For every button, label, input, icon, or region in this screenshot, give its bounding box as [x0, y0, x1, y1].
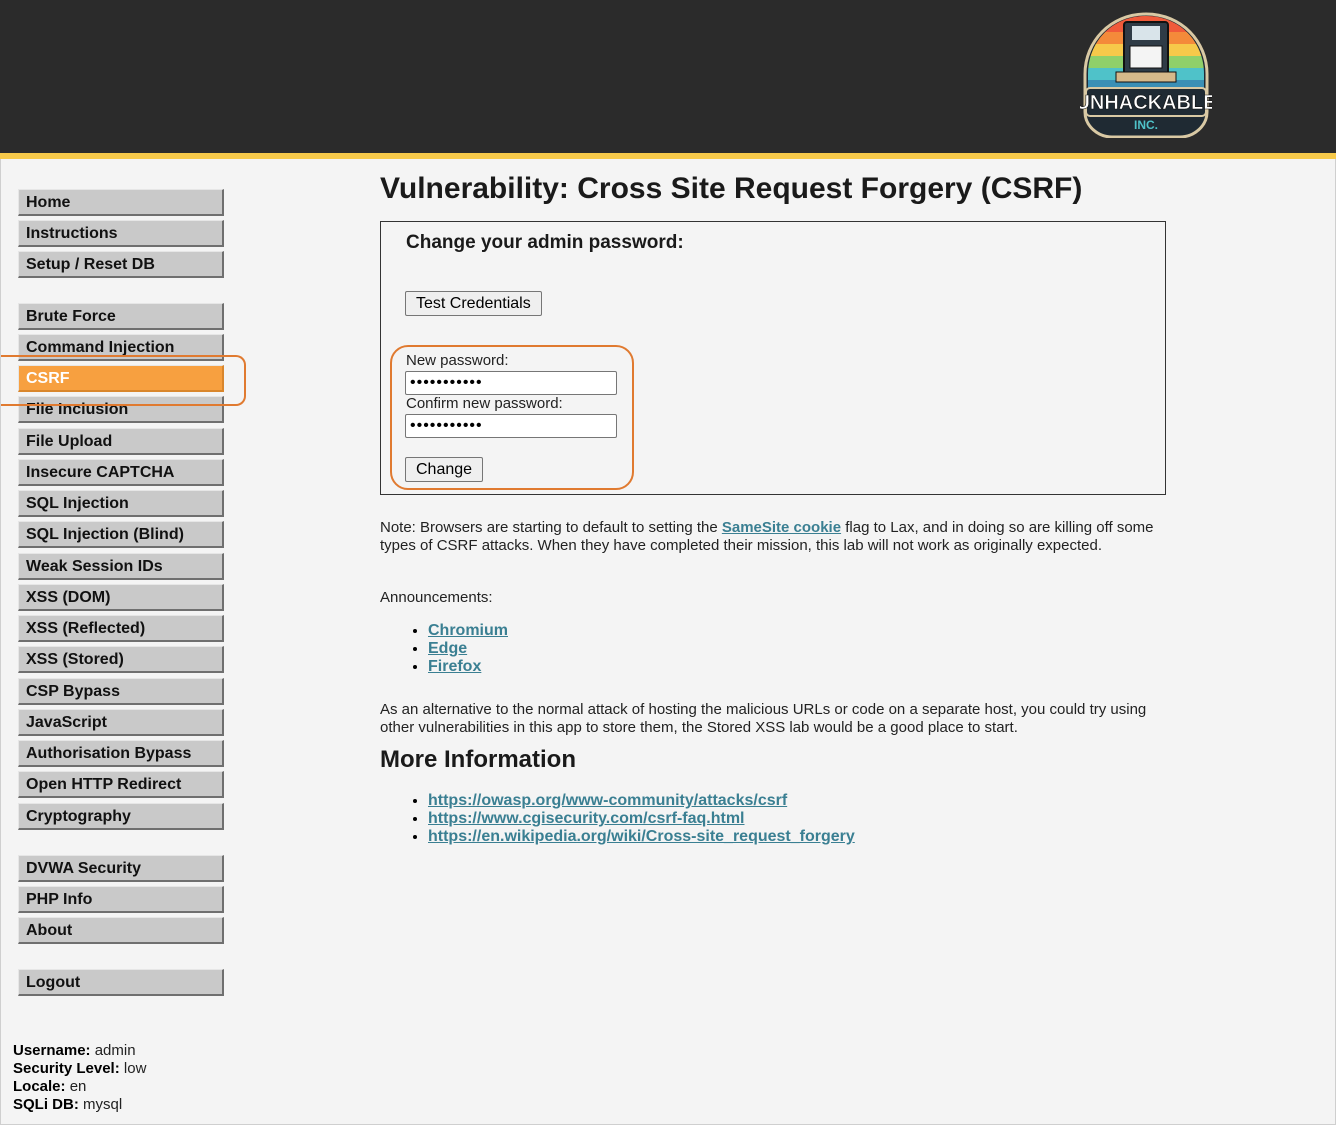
sidebar-item-label: SQL Injection	[26, 495, 129, 512]
sidebar-item-sql-injection[interactable]: SQL Injection	[18, 490, 224, 517]
sidebar-item-csp-bypass[interactable]: CSP Bypass	[18, 678, 224, 705]
csrf-form-panel: Change your admin password: Test Credent…	[380, 221, 1166, 495]
sidebar-item-xss-dom[interactable]: XSS (DOM)	[18, 584, 224, 611]
sidebar-item-label: XSS (Reflected)	[26, 620, 146, 637]
test-credentials-button[interactable]: Test Credentials	[405, 291, 542, 316]
security-level-row: Security Level: low	[13, 1060, 147, 1077]
sidebar-item-brute-force[interactable]: Brute Force	[18, 303, 224, 330]
sidebar-item-label: Brute Force	[26, 308, 116, 325]
locale-row: Locale: en	[13, 1078, 87, 1095]
sidebar-item-javascript[interactable]: JavaScript	[18, 709, 224, 736]
more-info-links: https://owasp.org/www-community/attacks/…	[380, 792, 855, 846]
more-information-heading: More Information	[380, 746, 576, 773]
page-header: UNHACKABLE INC.	[0, 0, 1336, 159]
sidebar-item-label: JavaScript	[26, 714, 107, 731]
form-heading: Change your admin password:	[406, 232, 684, 253]
sidebar-item-label: SQL Injection (Blind)	[26, 526, 184, 543]
username-row: Username: admin	[13, 1042, 136, 1059]
sidebar-item-php-info[interactable]: PHP Info	[18, 886, 224, 913]
sidebar-item-dvwa-security[interactable]: DVWA Security	[18, 855, 224, 882]
username-value: admin	[94, 1042, 136, 1059]
sidebar-item-label: Weak Session IDs	[26, 558, 163, 575]
sidebar-item-label: XSS (DOM)	[26, 589, 111, 606]
security-level-value: low	[123, 1060, 147, 1077]
list-item: https://www.cgisecurity.com/csrf-faq.htm…	[428, 810, 855, 828]
samesite-note: Note: Browsers are starting to default t…	[380, 519, 1154, 554]
confirm-password-input[interactable]	[405, 414, 617, 438]
sidebar-item-home[interactable]: Home	[18, 189, 224, 216]
change-button[interactable]: Change	[405, 457, 484, 482]
sidebar-item-xss-reflected[interactable]: XSS (Reflected)	[18, 615, 224, 642]
sidebar-item-label: Logout	[26, 974, 81, 991]
cgisecurity-csrf-link[interactable]: https://www.cgisecurity.com/csrf-faq.htm…	[428, 810, 745, 827]
edge-link[interactable]: Edge	[428, 640, 467, 657]
sidebar-item-setup-reset-db[interactable]: Setup / Reset DB	[18, 251, 224, 278]
announcements-label: Announcements:	[380, 589, 493, 606]
sidebar-item-weak-session-ids[interactable]: Weak Session IDs	[18, 553, 224, 580]
sidebar-item-label: About	[26, 922, 73, 939]
sidebar-item-label: Home	[26, 194, 71, 211]
sidebar-item-label: XSS (Stored)	[26, 651, 124, 668]
sidebar-item-logout[interactable]: Logout	[18, 969, 224, 996]
alternative-attack-text: As an alternative to the normal attack o…	[380, 701, 1147, 736]
svg-text:INC.: INC.	[1134, 118, 1158, 132]
sidebar-item-label: Insecure CAPTCHA	[26, 464, 175, 481]
page-title: Vulnerability: Cross Site Request Forger…	[380, 172, 1083, 205]
chromium-link[interactable]: Chromium	[428, 622, 508, 639]
user-info: Username: admin Security Level: low Loca…	[13, 1042, 146, 1114]
list-item: Firefox	[428, 658, 508, 676]
list-item: https://owasp.org/www-community/attacks/…	[428, 792, 855, 810]
sidebar-item-xss-stored[interactable]: XSS (Stored)	[18, 646, 224, 673]
list-item: Edge	[428, 640, 508, 658]
sidebar-item-cryptography[interactable]: Cryptography	[18, 803, 224, 830]
sidebar-item-label: PHP Info	[26, 891, 93, 908]
sidebar-item-label: Open HTTP Redirect	[26, 776, 182, 793]
csrf-highlight-annotation	[1, 355, 246, 406]
sidebar-item-label: DVWA Security	[26, 860, 141, 877]
sidebar-item-sql-injection-blind[interactable]: SQL Injection (Blind)	[18, 521, 224, 548]
locale-value: en	[69, 1078, 87, 1095]
sidebar-item-label: Authorisation Bypass	[26, 745, 192, 762]
new-password-input[interactable]	[405, 371, 617, 395]
sidebar-item-label: CSP Bypass	[26, 683, 120, 700]
svg-text:UNHACKABLE: UNHACKABLE	[1080, 92, 1212, 114]
sidebar-item-open-http-redirect[interactable]: Open HTTP Redirect	[18, 771, 224, 798]
sidebar-item-insecure-captcha[interactable]: Insecure CAPTCHA	[18, 459, 224, 486]
sidebar-item-authorisation-bypass[interactable]: Authorisation Bypass	[18, 740, 224, 767]
sidebar-item-instructions[interactable]: Instructions	[18, 220, 224, 247]
sidebar-item-label: Instructions	[26, 225, 118, 242]
sqli-db-row: SQLi DB: mysql	[13, 1096, 123, 1113]
firefox-link[interactable]: Firefox	[428, 658, 481, 675]
sidebar-item-label: Cryptography	[26, 808, 131, 825]
sqli-db-value: mysql	[83, 1096, 123, 1113]
wikipedia-csrf-link[interactable]: https://en.wikipedia.org/wiki/Cross-site…	[428, 828, 855, 845]
list-item: https://en.wikipedia.org/wiki/Cross-site…	[428, 828, 855, 846]
announcements-list: Chromium Edge Firefox	[380, 622, 508, 676]
confirm-password-label: Confirm new password:	[406, 395, 563, 412]
unhackable-inc-logo-icon[interactable]: UNHACKABLE INC.	[1080, 12, 1212, 138]
sidebar-item-label: Setup / Reset DB	[26, 256, 155, 273]
owasp-csrf-link[interactable]: https://owasp.org/www-community/attacks/…	[428, 792, 787, 809]
list-item: Chromium	[428, 622, 508, 640]
samesite-cookie-link[interactable]: SameSite cookie	[722, 519, 841, 536]
sidebar-item-label: File Upload	[26, 433, 113, 450]
new-password-label: New password:	[406, 352, 509, 369]
sidebar-item-file-upload[interactable]: File Upload	[18, 428, 224, 455]
sidebar-item-about[interactable]: About	[18, 917, 224, 944]
